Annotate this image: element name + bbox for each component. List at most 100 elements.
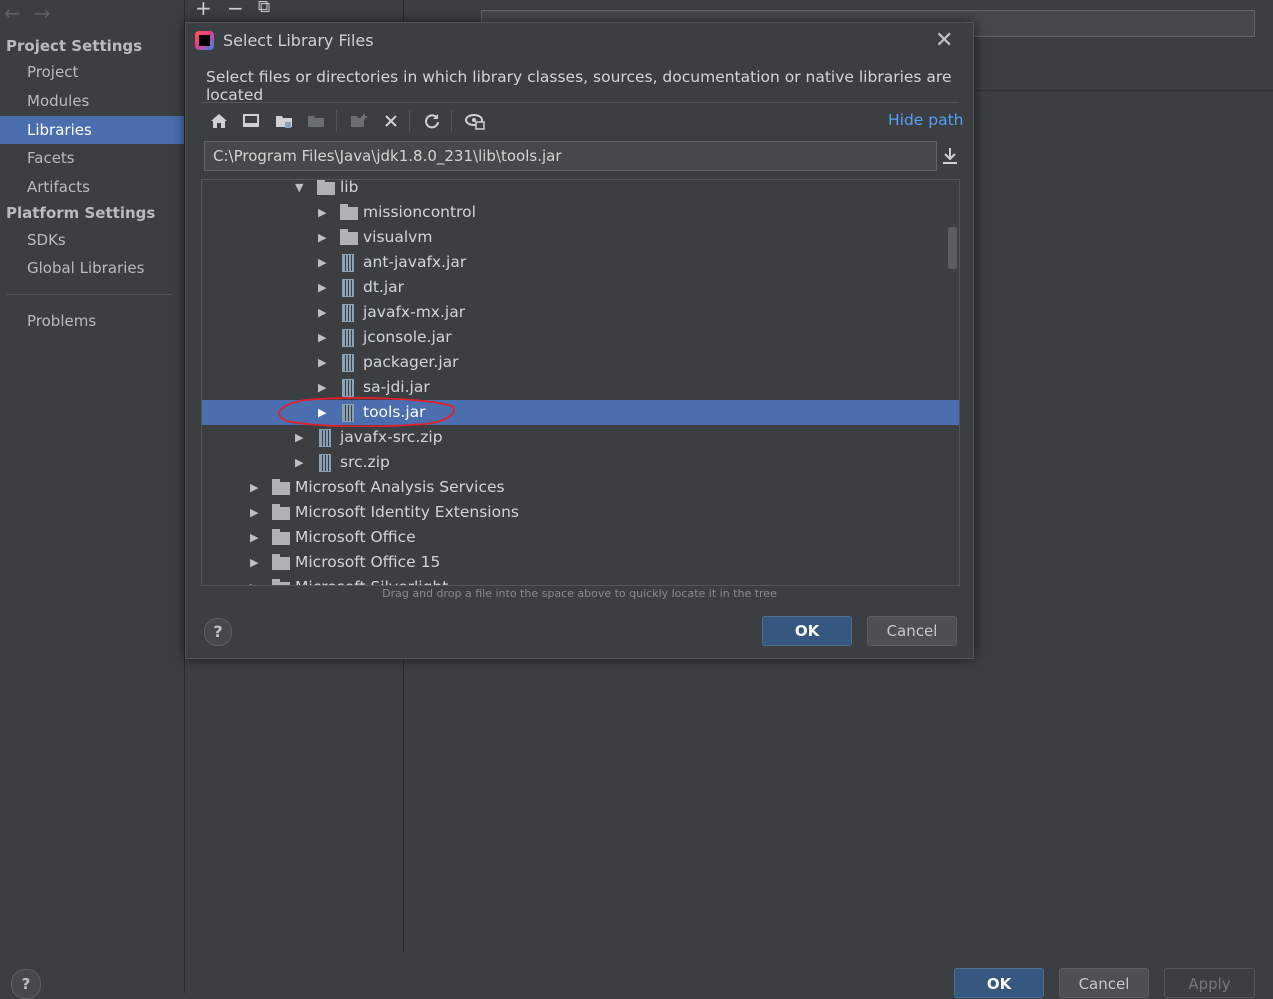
collapse-arrow-icon[interactable]: ▼ [295,180,303,200]
add-library-icon[interactable]: + [195,0,212,20]
module-folder-icon[interactable] [304,109,328,133]
jar-file-icon [319,429,331,447]
intellij-app-icon [195,31,214,50]
settings-cancel-button[interactable]: Cancel [1059,968,1149,998]
expand-arrow-icon[interactable]: ▶ [250,550,258,575]
desktop-icon[interactable] [239,109,263,133]
folder-icon [272,579,290,585]
expand-arrow-icon[interactable]: ▶ [295,425,303,450]
tree-row-label: src.zip [340,453,390,471]
expand-arrow-icon[interactable]: ▶ [318,275,326,300]
project-folder-icon[interactable] [272,109,296,133]
tree-row[interactable]: ▶ javafx-src.zip [202,425,959,450]
remove-library-icon[interactable]: − [227,0,244,20]
tree-row-label: Microsoft Office 15 [295,553,441,571]
jar-file-icon [342,304,354,322]
tree-row[interactable]: ▶ packager.jar [202,350,959,375]
settings-help-button[interactable]: ? [11,969,41,999]
close-icon[interactable]: ✕ [935,28,953,53]
tree-row[interactable]: ▶ dt.jar [202,275,959,300]
tree-row-label: visualvm [363,228,433,246]
folder-icon [272,479,290,495]
tree-row[interactable]: ▶ Microsoft Silverlight [202,575,959,585]
sidebar-item-modules[interactable]: Modules [0,87,184,115]
platform-settings-heading: Platform Settings [6,204,156,222]
tree-row-label: Microsoft Analysis Services [295,478,505,496]
folder-icon [340,204,358,220]
jar-file-icon [342,379,354,397]
dialog-divider [201,102,959,103]
settings-sidebar: ← → Project Settings Project Modules Lib… [0,0,185,999]
expand-arrow-icon[interactable]: ▶ [318,200,326,225]
folder-icon [272,529,290,545]
hide-path-link[interactable]: Hide path [888,111,964,129]
tree-row-label: packager.jar [363,353,459,371]
tree-row-label: Microsoft Silverlight [295,575,448,585]
tree-row[interactable]: ▶ ant-javafx.jar [202,250,959,275]
sidebar-item-global-libraries[interactable]: Global Libraries [0,254,184,282]
sidebar-item-libraries[interactable]: Libraries [0,116,184,144]
project-settings-heading: Project Settings [6,37,143,55]
path-input[interactable]: C:\Program Files\Java\jdk1.8.0_231\lib\t… [204,141,937,171]
ok-button[interactable]: OK [762,616,852,646]
tree-scrollbar[interactable] [948,227,957,269]
expand-arrow-icon[interactable]: ▶ [318,300,326,325]
expand-arrow-icon[interactable]: ▶ [318,225,326,250]
expand-arrow-icon[interactable]: ▶ [318,325,326,350]
sidebar-divider [6,294,172,295]
tree-row-label: javafx-src.zip [340,428,443,446]
sidebar-item-problems[interactable]: Problems [0,307,184,335]
cancel-button[interactable]: Cancel [867,616,957,646]
expand-arrow-icon[interactable]: ▶ [250,525,258,550]
tree-row-label: dt.jar [363,278,405,296]
forward-arrow-icon[interactable]: → [34,1,51,25]
toolbar-separator [409,110,410,132]
home-icon[interactable] [207,109,231,133]
select-library-files-dialog: Select Library Files ✕ Select files or d… [185,22,974,659]
expand-arrow-icon[interactable]: ▶ [250,475,258,500]
tree-row[interactable]: ▶ Microsoft Analysis Services [202,475,959,500]
tree-row[interactable]: ▶ jconsole.jar [202,325,959,350]
tree-row[interactable]: ▶ javafx-mx.jar [202,300,959,325]
refresh-icon[interactable] [420,109,444,133]
tree-row[interactable]: ▼ lib [202,179,959,200]
dialog-title: Select Library Files [223,31,374,50]
sidebar-item-sdks[interactable]: SDKs [0,226,184,254]
expand-arrow-icon[interactable]: ▶ [250,500,258,525]
folder-icon [317,180,335,195]
tree-row[interactable]: ▶ missioncontrol [202,200,959,225]
tree-row-label: ant-javafx.jar [363,253,467,271]
copy-library-icon[interactable]: ⧉ [258,0,270,17]
jar-file-icon [319,454,331,472]
file-tree[interactable]: ▶ Microsoft Silverlight ▶ Microsoft Office … [201,179,960,586]
sidebar-item-project[interactable]: Project [0,58,184,86]
tree-row[interactable]: ▶ Microsoft Identity Extensions [202,500,959,525]
tree-row-label: lib [340,179,359,196]
download-icon[interactable] [942,147,958,169]
new-folder-icon[interactable] [347,109,371,133]
tree-row[interactable]: ▶ src.zip [202,450,959,475]
dialog-description: Select files or directories in which lib… [206,68,952,104]
tree-row[interactable]: ▶ Microsoft Office 15 [202,550,959,575]
settings-apply-button[interactable]: Apply [1164,968,1255,998]
tree-row[interactable]: ▶ visualvm [202,225,959,250]
expand-arrow-icon[interactable]: ▶ [295,450,303,475]
back-arrow-icon[interactable]: ← [4,1,21,25]
delete-icon[interactable] [379,109,403,133]
folder-icon [272,504,290,520]
toolbar-separator [451,110,452,132]
red-circle-annotation [278,397,455,427]
tree-row-label: missioncontrol [363,203,476,221]
show-hidden-icon[interactable] [463,109,487,133]
dialog-help-button[interactable]: ? [204,618,232,646]
expand-arrow-icon[interactable]: ▶ [318,250,326,275]
sidebar-item-facets[interactable]: Facets [0,144,184,172]
toolbar-separator [336,110,337,132]
settings-ok-button[interactable]: OK [954,968,1044,998]
tree-row[interactable]: ▶ Microsoft Office [202,525,959,550]
tree-row-label: Microsoft Identity Extensions [295,503,519,521]
expand-arrow-icon[interactable]: ▶ [318,350,326,375]
sidebar-item-artifacts[interactable]: Artifacts [0,173,184,201]
tree-row-label: javafx-mx.jar [363,303,466,321]
expand-arrow-icon[interactable]: ▶ [250,575,258,585]
